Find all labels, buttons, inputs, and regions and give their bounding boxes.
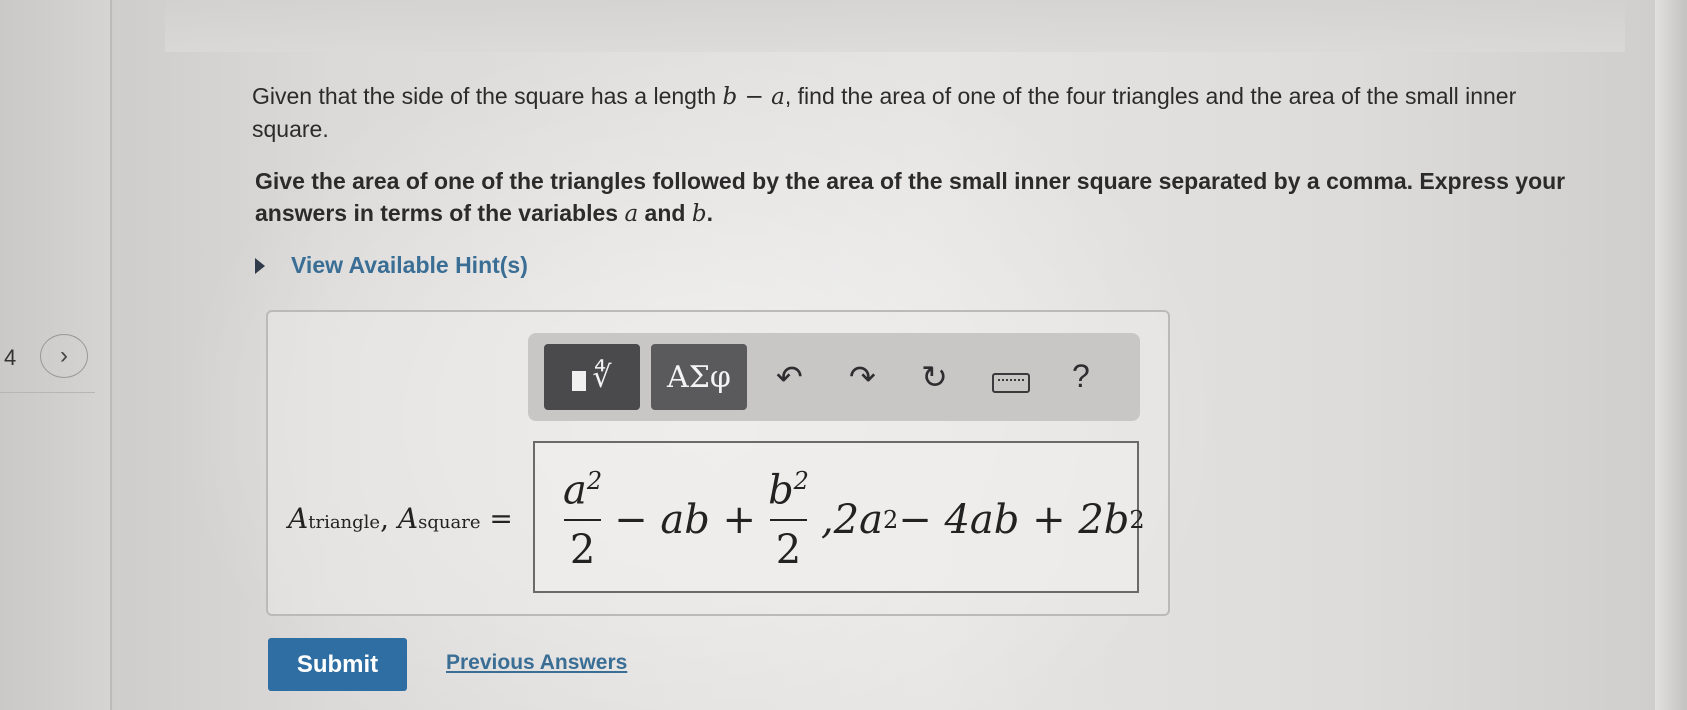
fraction-denominator: 2 — [563, 519, 602, 573]
label-separator: , — [380, 502, 398, 535]
view-hints-toggle[interactable]: View Available Hint(s) — [255, 252, 528, 279]
question-expression: b − a — [722, 84, 785, 110]
template-block-icon — [572, 371, 587, 391]
templates-button[interactable]: ∜ — [544, 344, 640, 410]
answer-expression[interactable]: a2 2 − ab + b2 2 ,2a 2 − 4ab + 2b 2 — [551, 460, 1145, 580]
instruction-text-part1: Give the area of one of the triangles fo… — [255, 168, 1566, 226]
page-number: 4 — [4, 345, 17, 370]
label-a-square: A — [397, 502, 419, 535]
caret-right-icon — [255, 257, 265, 274]
expression-tail-part1: ,2a — [820, 497, 883, 543]
tail-exponent1: 2 — [882, 506, 899, 534]
expression-tail-part2: − 4ab + 2b — [898, 497, 1130, 543]
fraction-numerator: b2 — [762, 467, 815, 519]
variable-a: a — [624, 201, 639, 227]
tail-exponent2: 2 — [1129, 506, 1145, 534]
fraction-numerator: a2 — [557, 467, 608, 519]
expression-middle: − ab + — [614, 497, 757, 543]
numerator-exponent: 2 — [586, 466, 603, 495]
label-sub-triangle: triangle — [308, 512, 381, 533]
chevron-right-icon: › — [60, 342, 68, 369]
question-text-part1: Given that the side of the square has a … — [252, 83, 723, 109]
question-text: Given that the side of the square has a … — [252, 80, 1572, 145]
label-equals: = — [480, 502, 513, 535]
templates-icon: ∜ — [592, 359, 612, 395]
variable-b: b — [691, 201, 707, 227]
rail-separator — [0, 392, 95, 393]
label-a-triangle: A — [288, 502, 309, 535]
keyboard-icon[interactable] — [992, 373, 1030, 393]
instruction-end: . — [706, 200, 713, 226]
help-button[interactable]: ? — [1072, 358, 1090, 395]
previous-answers-link[interactable]: Previous Answers — [446, 651, 627, 675]
rail-divider — [110, 0, 112, 710]
label-sub-square: square — [418, 512, 481, 533]
instruction-and: and — [638, 200, 692, 226]
answer-label: Atriangle, Asquare = — [288, 502, 513, 535]
fraction-b-squared: b2 2 — [762, 467, 815, 573]
fraction-denominator: 2 — [769, 519, 808, 573]
view-hints-link[interactable]: View Available Hint(s) — [291, 252, 528, 279]
numerator-base: b — [768, 467, 794, 514]
undo-icon[interactable]: ↶ — [776, 358, 803, 396]
redo-icon[interactable]: ↷ — [849, 358, 876, 396]
top-band — [165, 0, 1625, 52]
numerator-exponent: 2 — [793, 466, 809, 495]
numerator-base: a — [563, 467, 587, 514]
right-edge — [1655, 0, 1687, 710]
instruction-text: Give the area of one of the triangles fo… — [255, 165, 1585, 230]
fraction-a-squared: a2 2 — [557, 467, 608, 573]
submit-button[interactable]: Submit — [268, 638, 407, 691]
symbols-button[interactable]: ΑΣφ — [651, 344, 747, 410]
reset-icon[interactable]: ↻ — [921, 358, 948, 396]
next-part-button[interactable]: › — [40, 334, 88, 378]
